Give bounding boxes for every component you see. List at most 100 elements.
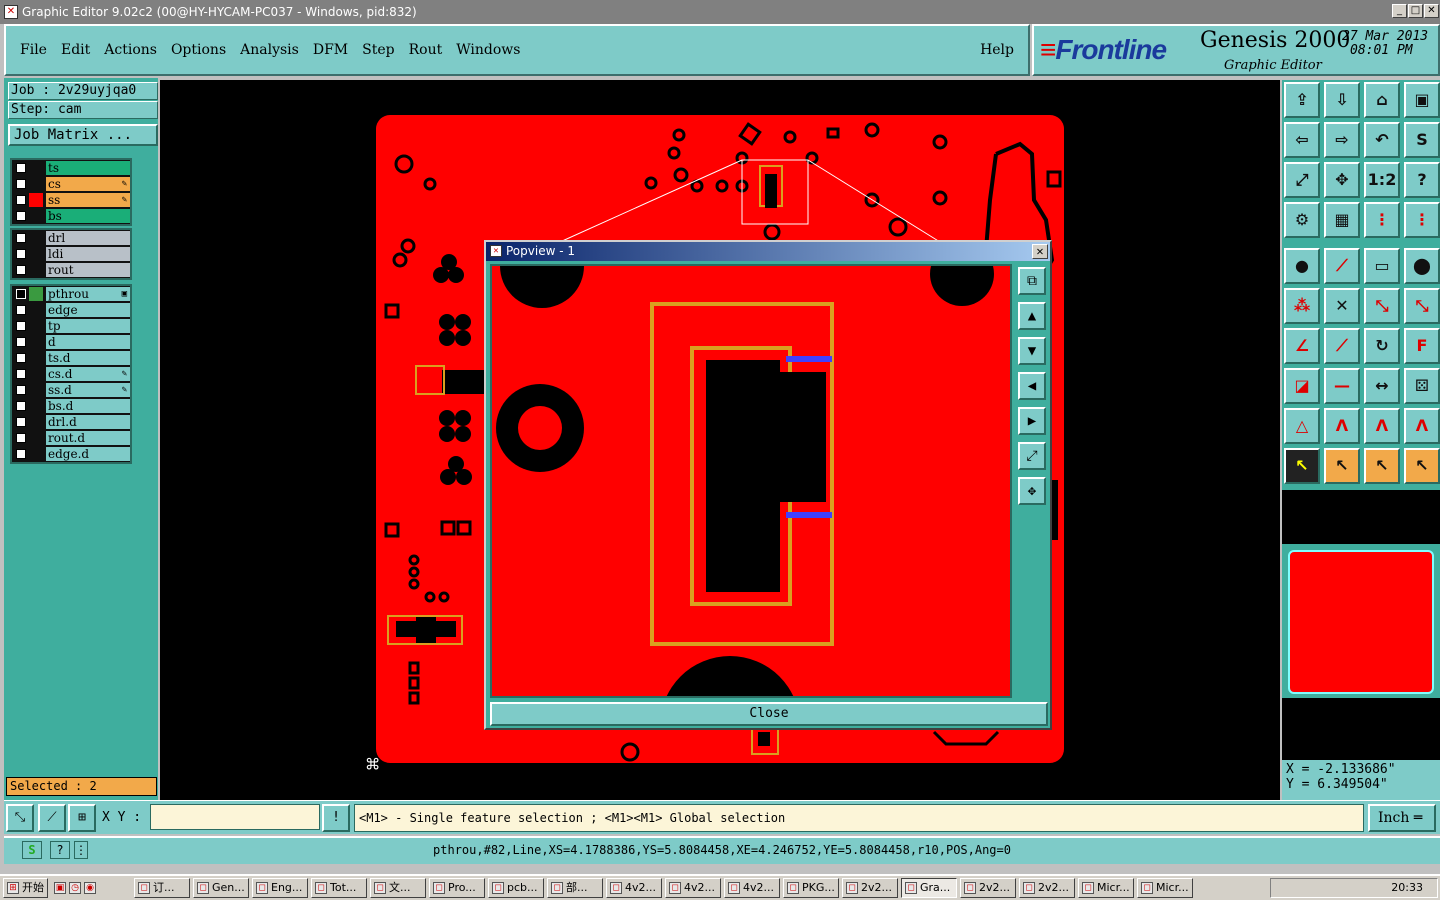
layer-name[interactable]: pthrou: [46, 287, 130, 301]
taskbar-item[interactable]: ◻ 2v2...: [960, 878, 1016, 898]
layer-checkbox[interactable]: [16, 305, 26, 315]
layer-name[interactable]: bs: [46, 209, 130, 223]
layer-color-swatch[interactable]: [29, 399, 43, 413]
layer-checkbox[interactable]: [16, 179, 26, 189]
menu-windows[interactable]: Windows: [456, 42, 520, 58]
layer-color-swatch[interactable]: [29, 383, 43, 397]
cross-icon[interactable]: ✕: [1324, 288, 1360, 324]
taskbar-item[interactable]: ◻ pcb...: [488, 878, 544, 898]
taskbar-item[interactable]: ◻ 4v2...: [724, 878, 780, 898]
grid-icon[interactable]: ▦: [1324, 202, 1360, 238]
menu-help[interactable]: Help: [980, 42, 1014, 58]
zoom-home-icon[interactable]: ⤢: [1284, 162, 1320, 198]
layer-row-ss-d[interactable]: ss.d ✎: [12, 382, 130, 398]
maximize-button[interactable]: □: [1408, 4, 1423, 18]
width-icon[interactable]: ↔: [1364, 368, 1400, 404]
layer-color-swatch[interactable]: [29, 193, 43, 207]
popview-zoom-in-icon[interactable]: ✥: [1018, 477, 1046, 505]
popview-zoom-fit-icon[interactable]: ⧉: [1018, 267, 1046, 295]
layer-row-edge-d[interactable]: edge.d: [12, 446, 130, 462]
layer-checkbox[interactable]: [16, 211, 26, 221]
layer-color-swatch[interactable]: [29, 303, 43, 317]
layer-row-bs-d[interactable]: bs.d: [12, 398, 130, 414]
undo-view-icon[interactable]: ↶: [1364, 122, 1400, 158]
triangle-a-icon[interactable]: △: [1284, 408, 1320, 444]
layer-row-rout-d[interactable]: rout.d: [12, 430, 130, 446]
layer-row-drl[interactable]: drl: [12, 230, 130, 246]
layer-name[interactable]: d: [46, 335, 130, 349]
layer-row-ldi[interactable]: ldi: [12, 246, 130, 262]
taskbar-item[interactable]: ◻ PKG...: [783, 878, 839, 898]
layer-row-ss[interactable]: ss ✎: [12, 192, 130, 208]
taskbar-item[interactable]: ◻ 文...: [370, 878, 426, 898]
popview-zoom-out-icon[interactable]: ⤢: [1018, 442, 1046, 470]
triangle-d-icon[interactable]: Λ: [1404, 408, 1440, 444]
pointer-rotate-icon[interactable]: ↖: [1364, 448, 1400, 484]
desktop-icon[interactable]: ▣: [54, 882, 66, 894]
popview-title[interactable]: Popview - 1: [486, 242, 1050, 261]
layer-name[interactable]: tp: [46, 319, 130, 333]
zoom-center-icon[interactable]: ✥: [1324, 162, 1360, 198]
layer-name[interactable]: rout.d: [46, 431, 130, 445]
help-icon[interactable]: ?: [1404, 162, 1440, 198]
layer-name[interactable]: drl: [46, 231, 130, 245]
layer-row-cs-d[interactable]: cs.d ✎: [12, 366, 130, 382]
layer-checkbox[interactable]: [16, 195, 26, 205]
xy-input[interactable]: [150, 804, 320, 830]
ruler-icon[interactable]: ▭: [1364, 248, 1400, 284]
menu-step[interactable]: Step: [362, 42, 394, 58]
taskbar-item[interactable]: ◻ Eng...: [252, 878, 308, 898]
layer-color-swatch[interactable]: [29, 367, 43, 381]
layer-row-pthrou[interactable]: pthrou ▣: [12, 286, 130, 302]
window-split-icon[interactable]: ▣: [1404, 82, 1440, 118]
layer-color-swatch[interactable]: [29, 287, 43, 301]
connect-icon[interactable]: ⁂: [1284, 288, 1320, 324]
layer-checkbox[interactable]: [16, 289, 26, 299]
layer-checkbox[interactable]: [16, 233, 26, 243]
add-pad-icon[interactable]: ●: [1284, 248, 1320, 284]
popview-pan-down-icon[interactable]: ▼: [1018, 337, 1046, 365]
layer-row-drl-d[interactable]: drl.d: [12, 414, 130, 430]
snap-icon[interactable]: ⋮: [1364, 202, 1400, 238]
window-titlebar[interactable]: ✕ Graphic Editor 9.02c2 (00@HY-HYCAM-PC0…: [0, 0, 1440, 24]
taskbar-item[interactable]: ◻ 4v2...: [606, 878, 662, 898]
move-point-icon[interactable]: ⤡: [1364, 288, 1400, 324]
layer-row-d[interactable]: d: [12, 334, 130, 350]
taskbar-item[interactable]: ◻ Micr...: [1137, 878, 1193, 898]
snap-alt-icon[interactable]: ⋮: [1404, 202, 1440, 238]
layer-checkbox[interactable]: [16, 449, 26, 459]
layer-row-edge[interactable]: edge: [12, 302, 130, 318]
text-feature-icon[interactable]: F: [1404, 328, 1440, 364]
clock-app-icon[interactable]: ◷: [69, 882, 81, 894]
move-point-alt-icon[interactable]: ⤡: [1404, 288, 1440, 324]
layer-name[interactable]: rout: [46, 263, 130, 277]
layer-color-swatch[interactable]: [29, 319, 43, 333]
overview-thumbnail[interactable]: [1282, 544, 1440, 698]
pan-right-icon[interactable]: ⇨: [1324, 122, 1360, 158]
layer-checkbox[interactable]: [16, 321, 26, 331]
taskbar-item[interactable]: ◻ 4v2...: [665, 878, 721, 898]
taskbar-item[interactable]: ◻ 部...: [547, 878, 603, 898]
slash-icon[interactable]: ⟋: [1324, 328, 1360, 364]
layer-name[interactable]: cs.d: [46, 367, 130, 381]
group-icon[interactable]: ⚄: [1404, 368, 1440, 404]
menu-file[interactable]: File: [20, 42, 47, 58]
pan-left-icon[interactable]: ⇦: [1284, 122, 1320, 158]
pointer-select-icon[interactable]: ↖: [1284, 448, 1320, 484]
grid-snap-icon[interactable]: ⊞: [68, 804, 96, 832]
taskbar-item[interactable]: ◻ Gra...: [901, 878, 957, 898]
menu-analysis[interactable]: Analysis: [240, 42, 299, 58]
minimize-button[interactable]: _: [1392, 4, 1407, 18]
triangle-b-icon[interactable]: Λ: [1324, 408, 1360, 444]
layer-name[interactable]: ss.d: [46, 383, 130, 397]
popview-pan-left-icon[interactable]: ◀: [1018, 372, 1046, 400]
layer-checkbox[interactable]: [16, 417, 26, 427]
popview-close-button[interactable]: Close: [490, 702, 1048, 726]
add-surface-icon[interactable]: ⬤: [1404, 248, 1440, 284]
layer-checkbox[interactable]: [16, 353, 26, 363]
layer-checkbox[interactable]: [16, 401, 26, 411]
taskbar-item[interactable]: ◻ 2v2...: [1019, 878, 1075, 898]
alert-icon[interactable]: !: [322, 804, 350, 832]
taskbar-item[interactable]: ◻ 订...: [134, 878, 190, 898]
layer-row-cs[interactable]: cs ✎: [12, 176, 130, 192]
